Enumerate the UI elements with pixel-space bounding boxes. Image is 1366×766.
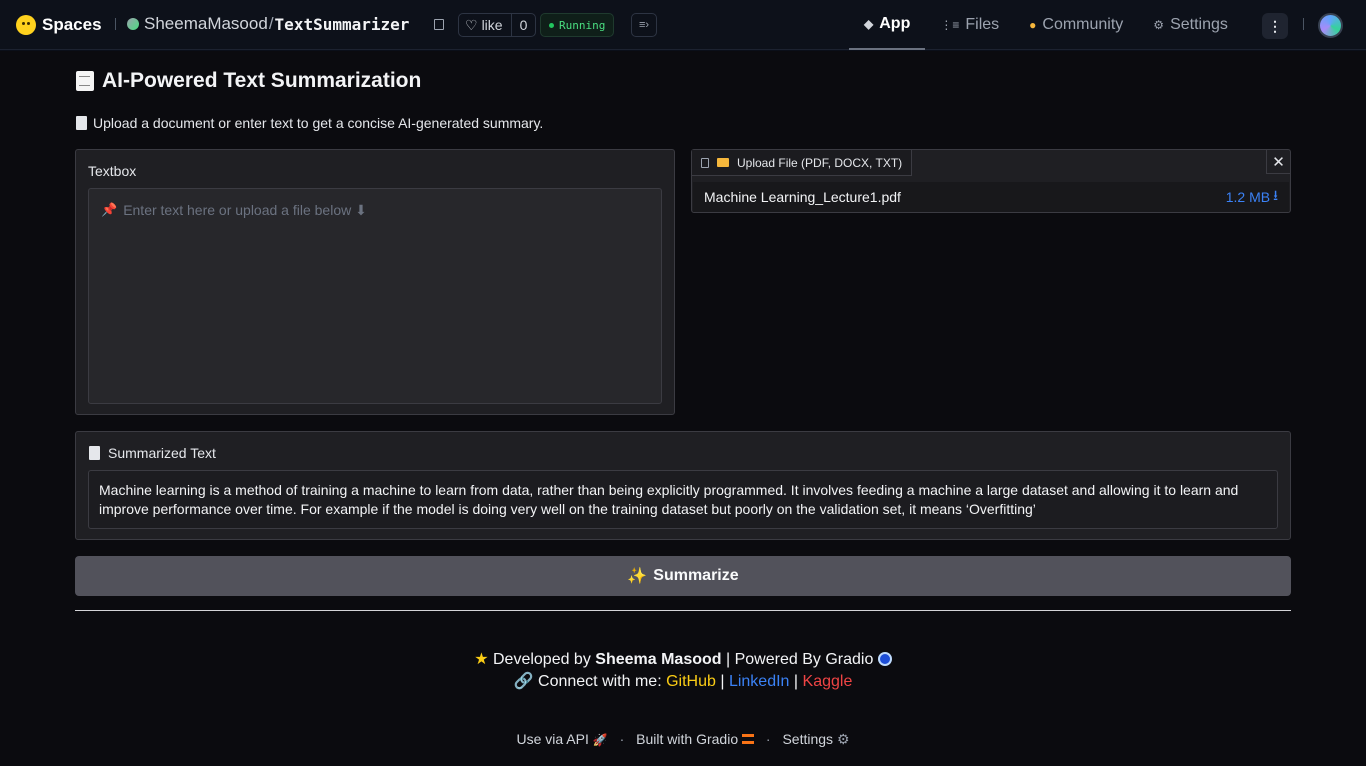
hugging-face-logo-icon bbox=[16, 15, 36, 35]
settings-label: Settings bbox=[782, 731, 834, 747]
status-label: Running bbox=[559, 18, 606, 32]
sparkles-icon: ✨ bbox=[627, 568, 648, 585]
github-link[interactable]: GitHub bbox=[666, 673, 716, 690]
pushpin-icon: 📌 bbox=[101, 202, 118, 217]
built-with-gradio-link[interactable]: Built with Gradio bbox=[636, 731, 754, 747]
tab-files-label: Files bbox=[965, 16, 1000, 33]
credit-prefix: Developed by bbox=[492, 651, 591, 668]
horizontal-rule bbox=[75, 610, 1291, 611]
page-icon bbox=[89, 446, 100, 460]
space-nav: ◆ App ⋮≡ Files ● Community ⚙ Settings bbox=[849, 0, 1243, 50]
heart-icon: ♡ bbox=[465, 16, 478, 33]
gear-icon: ⚙ bbox=[1153, 18, 1165, 32]
page-title: AI-Powered Text Summarization bbox=[76, 69, 421, 93]
summarize-button[interactable]: ✨ Summarize bbox=[75, 556, 1291, 596]
clear-file-button[interactable]: ✕ bbox=[1266, 150, 1290, 174]
tab-files[interactable]: ⋮≡ Files bbox=[925, 0, 1014, 50]
breadcrumb-separator: / bbox=[268, 14, 274, 33]
more-options-button[interactable]: ⋮ bbox=[1262, 13, 1288, 39]
text-input-placeholder: Enter text here or upload a file below ⬇ bbox=[123, 202, 367, 218]
kaggle-link[interactable]: Kaggle bbox=[803, 673, 853, 690]
logs-icon: ≡› bbox=[638, 19, 650, 31]
text-input[interactable]: 📌 Enter text here or upload a file below… bbox=[88, 188, 662, 404]
page-title-text: AI-Powered Text Summarization bbox=[102, 69, 422, 92]
like-button[interactable]: ♡ like 0 bbox=[458, 13, 537, 37]
like-count: 0 bbox=[510, 14, 536, 36]
file-upload-label: Upload File (PDF, DOCX, TXT) bbox=[692, 150, 913, 176]
footer-connect: 🔗 Connect with me: GitHub | LinkedIn | K… bbox=[0, 671, 1366, 691]
divider bbox=[1303, 18, 1304, 30]
kebab-menu-icon: ⋮ bbox=[1268, 17, 1282, 34]
dot-separator: · bbox=[619, 731, 625, 747]
breadcrumb: SheemaMasood / TextSummarizer bbox=[127, 14, 409, 34]
download-icon: ⭳ bbox=[1273, 187, 1278, 203]
rocket-icon: 🚀 bbox=[592, 733, 608, 747]
summary-label-text: Summarized Text bbox=[108, 445, 216, 461]
close-icon: ✕ bbox=[1272, 153, 1285, 171]
files-icon: ⋮≡ bbox=[940, 18, 960, 32]
summary-label: Summarized Text bbox=[89, 445, 216, 461]
file-download-link[interactable]: 1.2 MB ⭳ bbox=[1226, 185, 1278, 209]
app-container: AI-Powered Text Summarization Upload a d… bbox=[0, 51, 1366, 766]
copy-icon[interactable] bbox=[434, 19, 444, 30]
textbox-panel: Textbox 📌 Enter text here or upload a fi… bbox=[75, 149, 675, 415]
user-avatar[interactable] bbox=[1318, 13, 1343, 38]
link-icon: 🔗 bbox=[513, 673, 534, 690]
page-subtitle-text: Upload a document or enter text to get a… bbox=[93, 115, 544, 131]
developer-name: Sheema Masood bbox=[595, 651, 722, 668]
powered-by: | Powered By Gradio bbox=[726, 651, 874, 668]
owner-avatar bbox=[127, 18, 139, 30]
file-upload-label-text: Upload File (PDF, DOCX, TXT) bbox=[737, 155, 903, 170]
summarize-button-label: Summarize bbox=[653, 567, 739, 584]
tab-community-label: Community bbox=[1042, 16, 1124, 33]
brand-label: Spaces bbox=[42, 15, 102, 34]
star-icon: ★ bbox=[474, 651, 489, 668]
top-bar: Spaces SheemaMasood / TextSummarizer ♡ li… bbox=[0, 0, 1366, 50]
memo-icon bbox=[76, 71, 94, 91]
footer-credit: ★ Developed by Sheema Masood | Powered B… bbox=[0, 649, 1366, 669]
file-icon bbox=[701, 157, 709, 168]
like-label: like bbox=[481, 17, 503, 33]
folder-icon bbox=[717, 158, 729, 167]
tab-settings-label: Settings bbox=[1170, 16, 1228, 33]
status-badge[interactable]: Running bbox=[540, 13, 615, 37]
use-api-link[interactable]: Use via API 🚀 bbox=[517, 731, 608, 747]
textbox-label: Textbox bbox=[88, 163, 137, 179]
file-name: Machine Learning_Lecture1.pdf bbox=[704, 189, 901, 205]
file-upload-panel: Upload File (PDF, DOCX, TXT) ✕ Machine L… bbox=[691, 149, 1291, 213]
gradio-footer: Use via API 🚀 · Built with Gradio · Sett… bbox=[0, 731, 1366, 748]
gear-icon: ⚙ bbox=[836, 731, 850, 747]
connect-label: Connect with me: bbox=[538, 673, 662, 690]
status-dot-icon bbox=[549, 22, 554, 28]
page-icon bbox=[76, 116, 87, 130]
tab-app[interactable]: ◆ App bbox=[849, 0, 926, 50]
logs-button[interactable]: ≡› bbox=[631, 13, 657, 37]
dot-separator: · bbox=[765, 731, 771, 747]
use-api-label: Use via API bbox=[516, 731, 589, 747]
tab-app-label: App bbox=[879, 15, 911, 32]
uploaded-file-row[interactable]: Machine Learning_Lecture1.pdf 1.2 MB ⭳ bbox=[693, 182, 1289, 212]
tab-community[interactable]: ● Community bbox=[1014, 0, 1138, 50]
summary-output[interactable]: Machine learning is a method of training… bbox=[88, 470, 1278, 529]
built-with-label: Built with Gradio bbox=[636, 731, 739, 747]
pipe-separator: | bbox=[720, 673, 725, 690]
page-subtitle: Upload a document or enter text to get a… bbox=[76, 115, 543, 131]
file-size: 1.2 MB bbox=[1225, 189, 1271, 205]
owner-link[interactable]: SheemaMasood bbox=[144, 14, 268, 34]
footer-settings-link[interactable]: Settings ⚙ bbox=[782, 731, 849, 747]
cube-icon: ◆ bbox=[864, 17, 874, 31]
gradio-logo-icon bbox=[742, 734, 754, 744]
pipe-separator: | bbox=[793, 673, 799, 690]
divider bbox=[115, 18, 116, 30]
tab-settings[interactable]: ⚙ Settings bbox=[1138, 0, 1243, 50]
community-icon: ● bbox=[1029, 18, 1037, 32]
globe-icon bbox=[877, 652, 892, 666]
repo-link[interactable]: TextSummarizer bbox=[275, 15, 410, 34]
linkedin-link[interactable]: LinkedIn bbox=[729, 673, 790, 690]
summary-panel: Summarized Text Machine learning is a me… bbox=[75, 431, 1291, 540]
spaces-home-link[interactable]: Spaces bbox=[16, 15, 102, 35]
